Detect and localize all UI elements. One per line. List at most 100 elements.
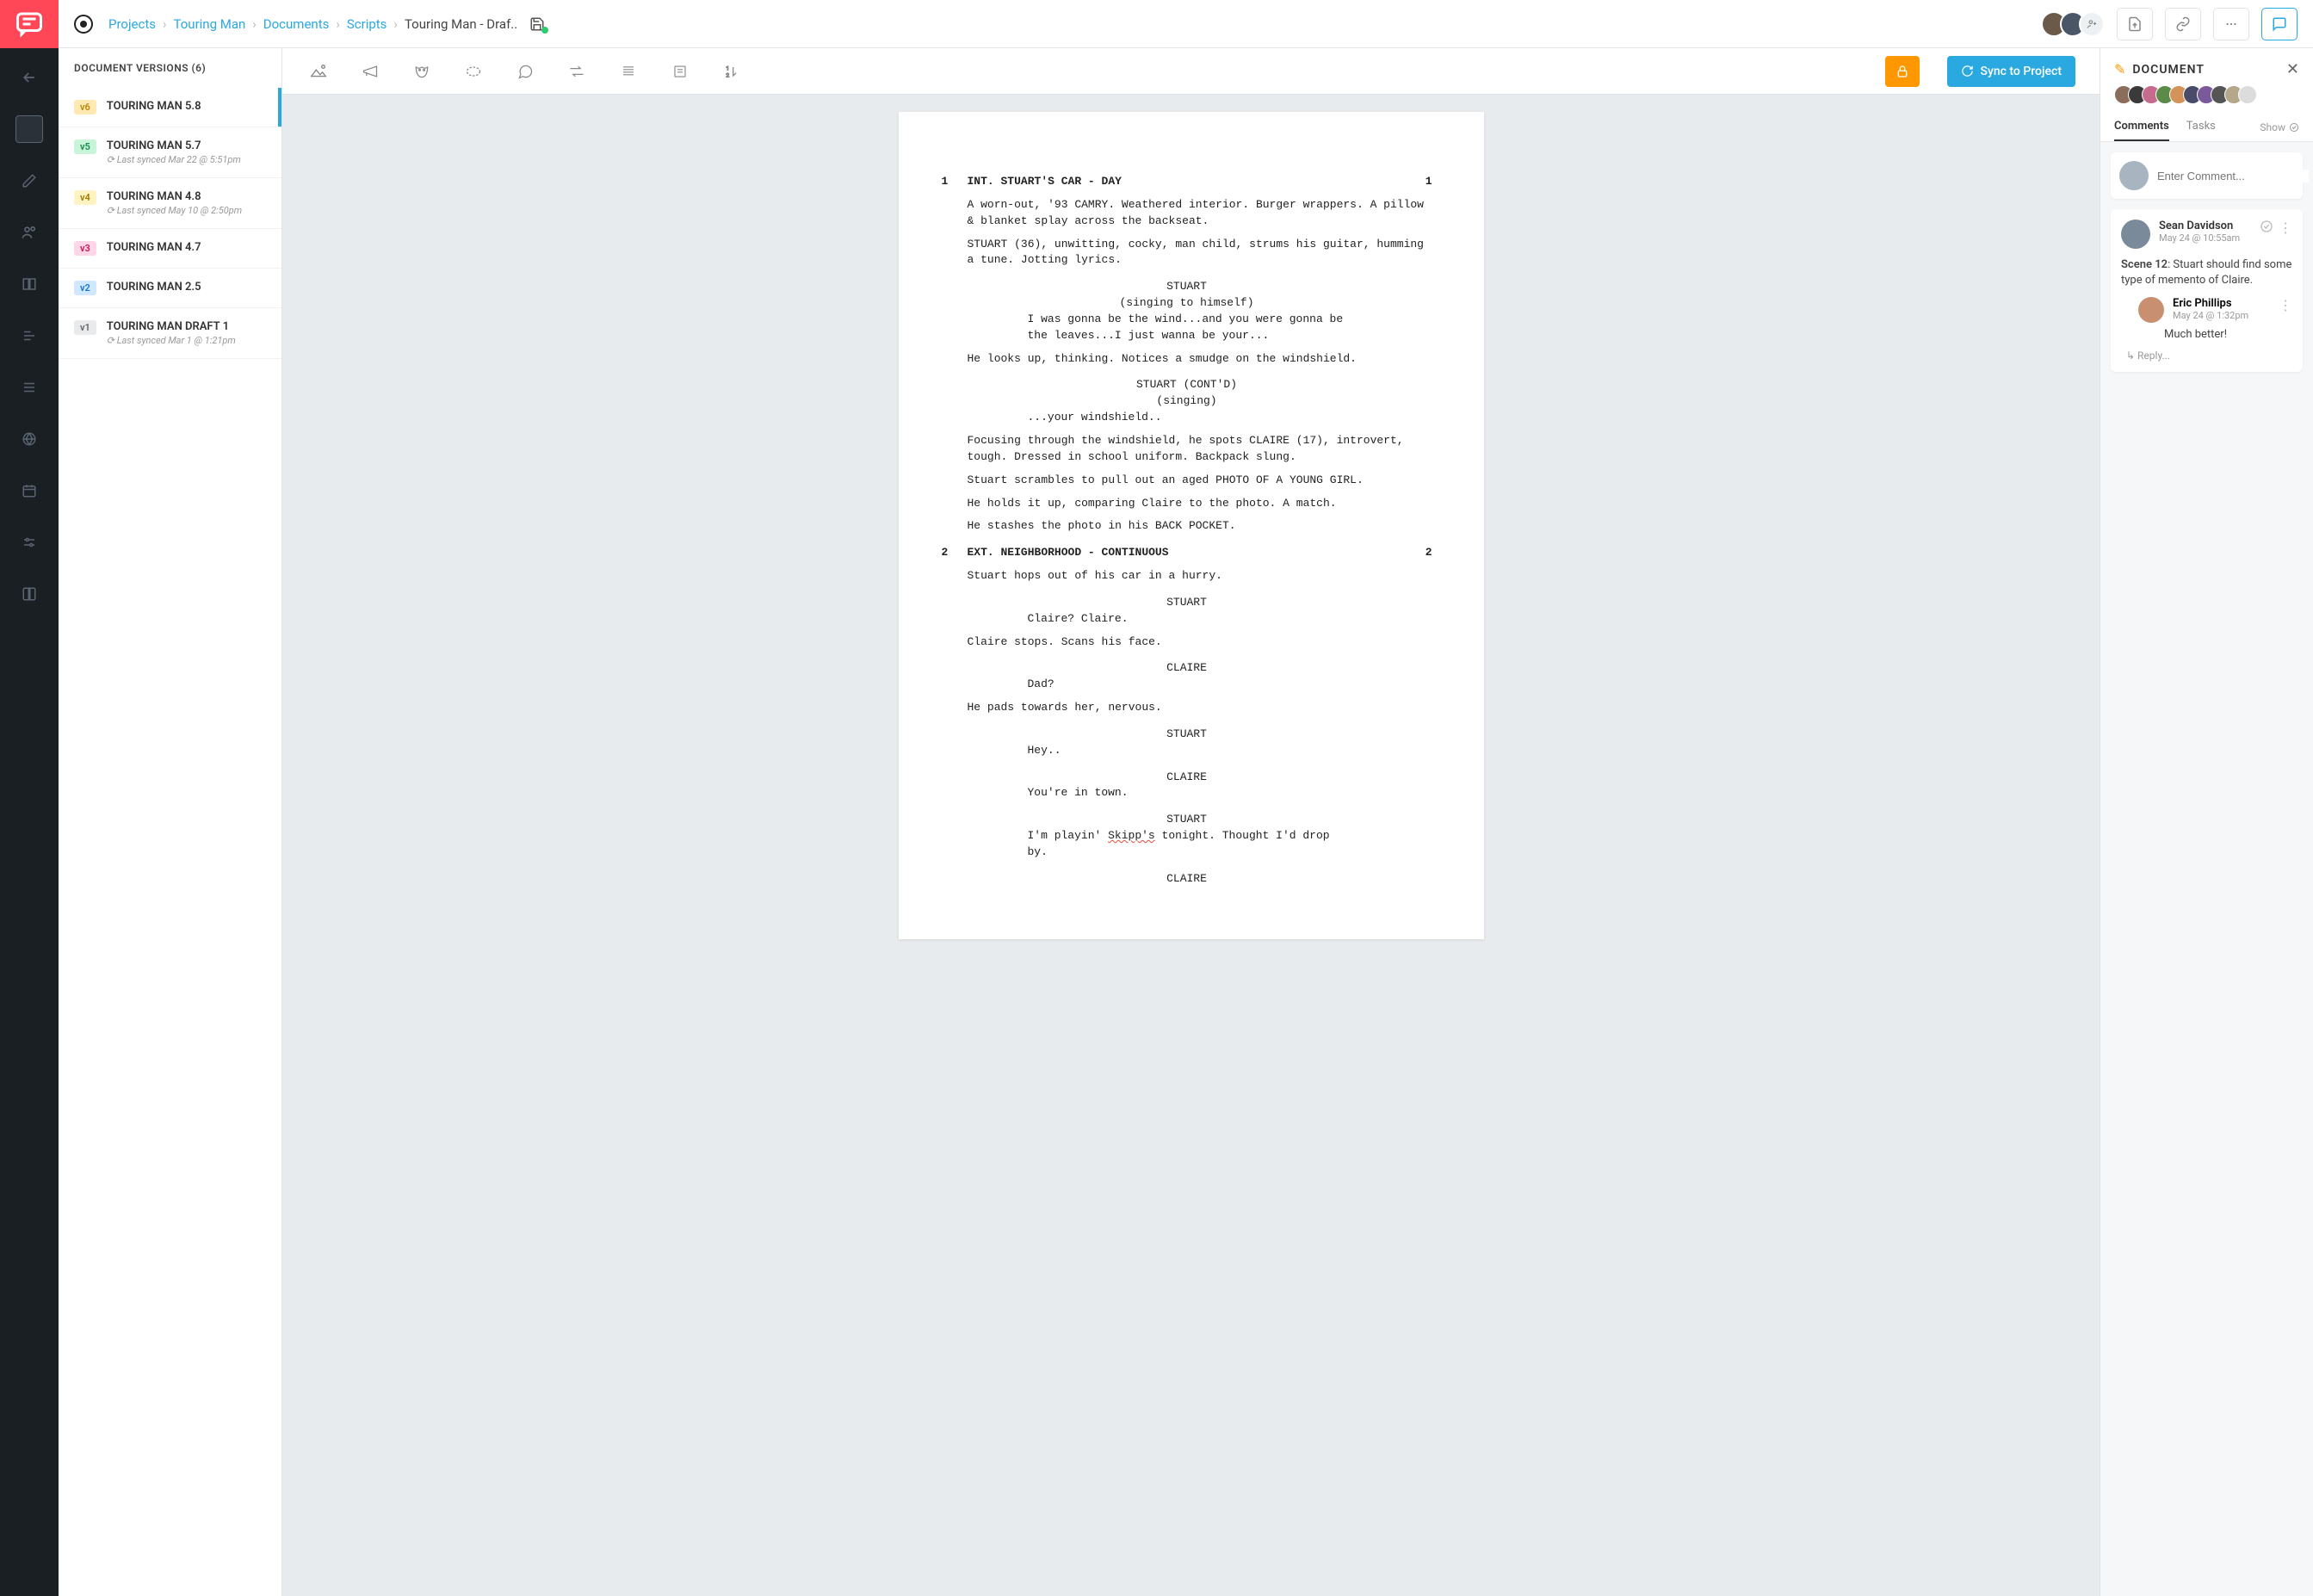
- version-item[interactable]: v1 TOURING MAN DRAFT 1 ⟳ Last synced Mar…: [59, 308, 281, 359]
- book-icon[interactable]: [15, 580, 43, 608]
- action-line[interactable]: STUART (36), unwitting, cocky, man child…: [942, 237, 1432, 269]
- document-collaborators: [2100, 85, 2313, 113]
- flow-icon[interactable]: [15, 322, 43, 350]
- reply-menu-icon[interactable]: ⋮: [2279, 297, 2292, 313]
- list-icon[interactable]: [15, 374, 43, 401]
- calendar-icon[interactable]: [15, 477, 43, 504]
- reply-author: Eric Phillips: [2173, 297, 2248, 310]
- transition-icon[interactable]: [565, 59, 589, 84]
- link-button[interactable]: [2165, 8, 2201, 40]
- character-cue[interactable]: STUART: [942, 727, 1432, 743]
- version-sync-info: ⟳ Last synced May 10 @ 2:50pm: [107, 205, 242, 216]
- version-badge: v2: [74, 281, 96, 295]
- comment-input[interactable]: [2111, 152, 2303, 199]
- script-page[interactable]: 1INT. STUART'S CAR - DAY1 A worn-out, '93…: [899, 112, 1484, 939]
- panels-icon[interactable]: [15, 270, 43, 298]
- collaborator-avatars: [2041, 11, 2105, 37]
- sliders-icon[interactable]: [15, 529, 43, 556]
- version-item[interactable]: v5 TOURING MAN 5.7 ⟳ Last synced Mar 22 …: [59, 127, 281, 178]
- character-cue[interactable]: STUART: [942, 279, 1432, 295]
- aperture-icon[interactable]: [15, 425, 43, 453]
- dialogue-line[interactable]: Claire? Claire.: [942, 611, 1432, 628]
- scene-heading[interactable]: 1INT. STUART'S CAR - DAY1: [942, 174, 1432, 190]
- sync-button[interactable]: Sync to Project: [1947, 56, 2075, 87]
- dialogue-line[interactable]: I'm playin' Skipp's tonight. Thought I'd…: [942, 828, 1432, 861]
- version-sync-info: ⟳ Last synced Mar 22 @ 5:51pm: [107, 154, 241, 165]
- back-arrow-icon[interactable]: [15, 64, 43, 91]
- lock-button[interactable]: [1885, 56, 1920, 87]
- close-icon[interactable]: ✕: [2286, 60, 2299, 78]
- version-item[interactable]: v3 TOURING MAN 4.7: [59, 229, 281, 269]
- breadcrumb-link[interactable]: Projects: [108, 16, 156, 32]
- resolve-icon[interactable]: [2260, 220, 2273, 237]
- speech-icon[interactable]: [513, 59, 537, 84]
- export-button[interactable]: [2117, 8, 2153, 40]
- version-name: TOURING MAN 2.5: [107, 281, 201, 294]
- comment-menu-icon[interactable]: ⋮: [2279, 220, 2292, 237]
- breadcrumb-link[interactable]: Scripts: [347, 16, 387, 32]
- versions-sidebar: DOCUMENT VERSIONS (6) v6 TOURING MAN 5.8…: [59, 48, 282, 1596]
- add-collaborator-button[interactable]: [2079, 11, 2105, 37]
- character-cue[interactable]: CLAIRE: [942, 770, 1432, 786]
- action-line[interactable]: Stuart hops out of his car in a hurry.: [942, 568, 1432, 585]
- comment-text-field[interactable]: [2157, 170, 2309, 182]
- version-item[interactable]: v6 TOURING MAN 5.8: [59, 88, 281, 127]
- action-line[interactable]: Focusing through the windshield, he spot…: [942, 433, 1432, 466]
- character-cue[interactable]: CLAIRE: [942, 871, 1432, 888]
- version-badge: v5: [74, 139, 96, 154]
- svg-text:1: 1: [726, 65, 729, 71]
- character-cue[interactable]: STUART: [942, 812, 1432, 828]
- scene-numbers-icon[interactable]: 12: [720, 59, 744, 84]
- action-line[interactable]: Stuart scrambles to pull out an aged PHO…: [942, 473, 1432, 489]
- ellipse-icon[interactable]: [461, 59, 485, 84]
- parenthetical[interactable]: (singing to himself): [942, 295, 1432, 312]
- collaborator-avatar[interactable]: [2238, 85, 2257, 104]
- dialogue-line[interactable]: I was gonna be the wind...and you were g…: [942, 312, 1432, 344]
- note-icon[interactable]: [668, 59, 692, 84]
- show-toggle[interactable]: Show: [2260, 113, 2299, 141]
- tab-tasks[interactable]: Tasks: [2186, 113, 2216, 141]
- version-sync-info: ⟳ Last synced Mar 1 @ 1:21pm: [107, 335, 236, 346]
- pencil-icon[interactable]: [15, 167, 43, 195]
- parenthetical[interactable]: (singing): [942, 393, 1432, 410]
- action-line[interactable]: Claire stops. Scans his face.: [942, 634, 1432, 651]
- dialogue-line[interactable]: Dad?: [942, 677, 1432, 693]
- action-line[interactable]: He stashes the photo in his BACK POCKET.: [942, 518, 1432, 535]
- character-cue[interactable]: CLAIRE: [942, 660, 1432, 677]
- version-name: TOURING MAN 4.8: [107, 190, 242, 203]
- action-line[interactable]: He looks up, thinking. Notices a smudge …: [942, 351, 1432, 368]
- version-item[interactable]: v4 TOURING MAN 4.8 ⟳ Last synced May 10 …: [59, 178, 281, 229]
- action-line[interactable]: He pads towards her, nervous.: [942, 700, 1432, 716]
- reply-body: Much better!: [2164, 328, 2292, 341]
- announcement-icon[interactable]: [358, 59, 382, 84]
- app-logo[interactable]: [0, 0, 59, 48]
- comment-card: Sean Davidson May 24 @ 10:55am ⋮ Scene 1…: [2111, 209, 2303, 372]
- scene-heading[interactable]: 2EXT. NEIGHBORHOOD - CONTINUOUS2: [942, 545, 1432, 561]
- scene-image-icon[interactable]: [306, 59, 331, 84]
- character-cue[interactable]: STUART (CONT'D): [942, 377, 1432, 393]
- versions-header: DOCUMENT VERSIONS (6): [59, 48, 281, 88]
- mask-icon[interactable]: [410, 59, 434, 84]
- save-status-icon: [529, 16, 545, 32]
- version-badge: v6: [74, 100, 96, 114]
- character-cue[interactable]: STUART: [942, 595, 1432, 611]
- version-name: TOURING MAN 5.7: [107, 139, 241, 152]
- text-lines-icon[interactable]: [616, 59, 640, 84]
- action-line[interactable]: A worn-out, '93 CAMRY. Weathered interio…: [942, 197, 1432, 230]
- breadcrumb-link[interactable]: Touring Man: [174, 16, 246, 32]
- comments-panel-button[interactable]: [2261, 8, 2298, 40]
- version-badge: v4: [74, 190, 96, 205]
- project-thumbnail[interactable]: [15, 115, 43, 143]
- people-icon[interactable]: [15, 219, 43, 246]
- action-line[interactable]: He holds it up, comparing Claire to the …: [942, 496, 1432, 512]
- comment-author: Sean Davidson: [2159, 220, 2240, 232]
- version-item[interactable]: v2 TOURING MAN 2.5: [59, 269, 281, 308]
- dialogue-line[interactable]: You're in town.: [942, 785, 1432, 801]
- tab-comments[interactable]: Comments: [2114, 113, 2169, 141]
- dialogue-line[interactable]: Hey..: [942, 743, 1432, 759]
- dialogue-line[interactable]: ...your windshield..: [942, 410, 1432, 426]
- breadcrumb-current: Touring Man - Draf..: [405, 16, 517, 32]
- more-button[interactable]: [2213, 8, 2249, 40]
- reply-action[interactable]: ↳ Reply...: [2121, 350, 2292, 362]
- breadcrumb-link[interactable]: Documents: [263, 16, 330, 32]
